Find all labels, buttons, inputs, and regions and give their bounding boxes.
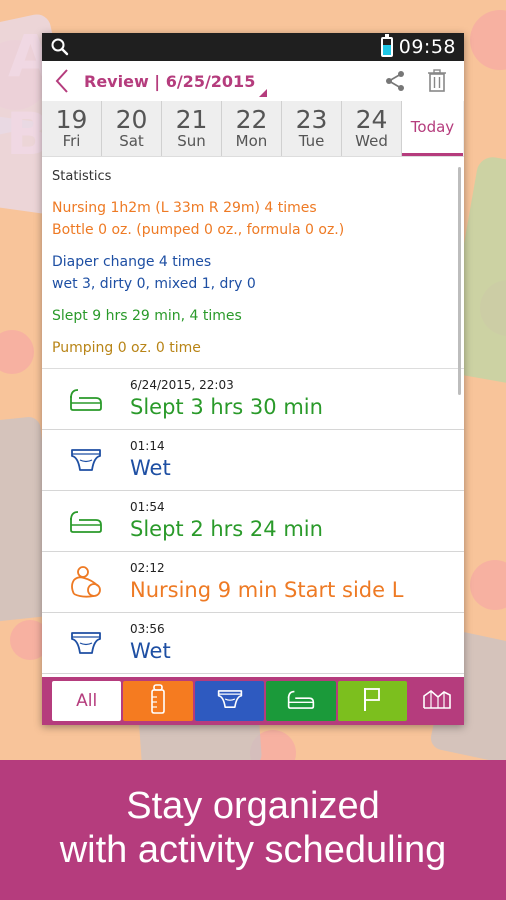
filter-bottle-button[interactable] xyxy=(123,681,193,721)
stat-bottle: Bottle 0 oz. (pumped 0 oz., formula 0 oz… xyxy=(52,222,345,238)
entry-label: Slept 3 hrs 30 min xyxy=(130,395,323,419)
title-bar: Review | 6/25/2015 xyxy=(42,61,464,101)
review-list[interactable]: Statistics Nursing 1h2m (L 33m R 29m) 4 … xyxy=(42,157,464,677)
stat-sleep: Slept 9 hrs 29 min, 4 times xyxy=(52,308,242,324)
dropdown-corner-icon xyxy=(259,88,268,97)
chart-icon xyxy=(422,688,452,714)
date-number: 20 xyxy=(115,105,148,134)
entry-time: 6/24/2015, 22:03 xyxy=(130,378,234,392)
entry-time: 02:12 xyxy=(130,561,165,575)
list-item[interactable]: 02:12 Nursing 9 min Start side L xyxy=(42,552,464,613)
entry-label: Nursing 9 min Start side L xyxy=(130,578,404,602)
date-number: 19 xyxy=(55,105,88,134)
date-number: 21 xyxy=(175,105,208,134)
date-tab-20[interactable]: 20 Sat xyxy=(102,101,162,156)
date-weekday: Fri xyxy=(62,132,81,150)
filter-sleep-button[interactable] xyxy=(266,681,336,721)
flag-icon xyxy=(362,686,382,716)
sleep-icon xyxy=(42,508,130,534)
scrollbar[interactable] xyxy=(458,167,461,395)
date-number: 22 xyxy=(235,105,268,134)
entry-time: 03:56 xyxy=(130,622,165,636)
stat-diaper: Diaper change 4 times xyxy=(52,254,212,270)
banner-line-1: Stay organized xyxy=(126,785,380,827)
sleep-icon xyxy=(287,688,315,714)
diaper-icon xyxy=(217,688,243,714)
page-title-text: Review | 6/25/2015 xyxy=(84,71,256,91)
statistics-heading: Statistics xyxy=(52,169,112,184)
share-icon[interactable] xyxy=(378,64,412,98)
list-item[interactable]: 6/24/2015, 22:03 Slept 3 hrs 30 min xyxy=(42,369,464,430)
entry-time: 01:14 xyxy=(130,439,165,453)
entry-label: Wet xyxy=(130,639,171,663)
battery-icon xyxy=(380,34,393,57)
entry-label: Wet xyxy=(130,456,171,480)
today-tab[interactable]: Today xyxy=(402,101,463,156)
date-tab-22[interactable]: 22 Mon xyxy=(222,101,282,156)
date-weekday: Sun xyxy=(177,132,206,150)
date-tab-24[interactable]: 24 Wed xyxy=(342,101,402,156)
list-item[interactable]: 01:54 Slept 2 hrs 24 min xyxy=(42,491,464,552)
diaper-icon xyxy=(42,630,130,656)
date-number: 23 xyxy=(295,105,328,134)
date-weekday: Wed xyxy=(355,132,388,150)
statistics-panel: Statistics Nursing 1h2m (L 33m R 29m) 4 … xyxy=(42,157,464,369)
date-weekday: Mon xyxy=(235,132,268,150)
page-title[interactable]: Review | 6/25/2015 xyxy=(84,71,268,97)
app-window: 09:58 Review | 6/25/2015 19 Fri 20 Sat 21 S… xyxy=(42,33,464,725)
bottle-icon xyxy=(149,683,167,719)
sleep-icon xyxy=(42,386,130,412)
date-strip: 19 Fri 20 Sat 21 Sun 22 Mon 23 Tue 24 Wed Toda… xyxy=(42,101,464,157)
diaper-icon xyxy=(42,447,130,473)
filter-diaper-button[interactable] xyxy=(194,681,265,721)
date-number: 24 xyxy=(355,105,388,134)
stat-pumping: Pumping 0 oz. 0 time xyxy=(52,340,201,356)
status-bar: 09:58 xyxy=(42,33,464,61)
chevron-left-icon[interactable] xyxy=(54,66,78,96)
date-weekday: Tue xyxy=(298,132,325,150)
filter-flag-button[interactable] xyxy=(337,681,408,721)
stat-nursing: Nursing 1h2m (L 33m R 29m) 4 times xyxy=(52,200,317,216)
date-tab-23[interactable]: 23 Tue xyxy=(282,101,342,156)
date-tab-19[interactable]: 19 Fri xyxy=(42,101,102,156)
search-icon[interactable] xyxy=(50,37,70,57)
entry-time: 01:54 xyxy=(130,500,165,514)
date-tab-21[interactable]: 21 Sun xyxy=(162,101,222,156)
banner-line-2: with activity scheduling xyxy=(59,829,447,871)
filter-all-button[interactable]: All xyxy=(52,681,122,721)
list-item[interactable]: 01:14 Wet xyxy=(42,430,464,491)
status-clock: 09:58 xyxy=(398,36,456,58)
nursing-icon xyxy=(42,564,130,600)
filter-chart-button[interactable] xyxy=(413,681,461,721)
date-weekday: Sat xyxy=(119,132,144,150)
entry-label: Slept 2 hrs 24 min xyxy=(130,517,323,541)
filter-bar: All xyxy=(42,677,464,725)
list-item[interactable]: 03:56 Wet xyxy=(42,613,464,674)
trash-icon[interactable] xyxy=(420,64,454,98)
promo-banner: Stay organized with activity scheduling xyxy=(0,760,506,900)
stat-diaper-detail: wet 3, dirty 0, mixed 1, dry 0 xyxy=(52,276,256,292)
